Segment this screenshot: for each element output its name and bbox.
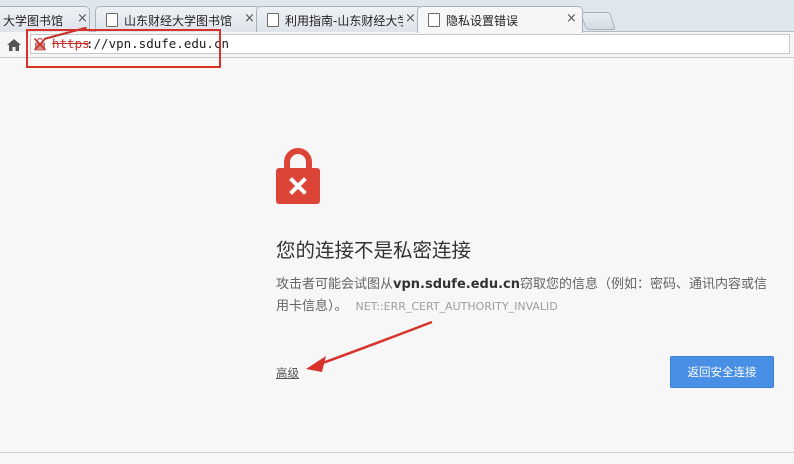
tab-close-icon[interactable]: × (77, 11, 88, 27)
tab-guide[interactable]: 利用指南-山东财经大学 × (256, 6, 422, 33)
tab-title: 利用指南-山东财经大学 (285, 14, 403, 28)
divider (0, 452, 794, 453)
tab-title: 隐私设置错误 (446, 14, 519, 28)
home-icon[interactable] (6, 37, 22, 53)
tab-privacy-error[interactable]: 隐私设置错误 × (417, 6, 583, 33)
broken-lock-icon (276, 148, 320, 204)
tab-close-icon[interactable]: × (244, 11, 255, 27)
new-tab-button[interactable] (580, 12, 616, 30)
annotation-box (26, 29, 221, 68)
warning-description: 攻击者可能会试图从vpn.sdufe.edu.cn窃取您的信息（例如：密码、通讯… (276, 274, 776, 318)
error-code: NET::ERR_CERT_AUTHORITY_INVALID (355, 300, 558, 313)
desc-text: 攻击者可能会试图从 (276, 277, 394, 292)
annotation-arrow (306, 320, 433, 372)
advanced-link[interactable]: 高级 (276, 365, 299, 381)
tab-title: 山东财经大学图书馆 (124, 14, 233, 28)
back-to-safety-button[interactable]: 返回安全连接 (670, 356, 774, 388)
page-icon (428, 13, 440, 27)
tab-close-icon[interactable]: × (405, 11, 416, 27)
page-icon (106, 13, 118, 27)
page-title: 您的连接不是私密连接 (276, 239, 472, 262)
tab-title: 大学图书馆 (3, 14, 64, 28)
tab-strip: 大学图书馆 × 山东财经大学图书馆 × 利用指南-山东财经大学 × 隐私设置错误… (0, 0, 794, 33)
page-icon (267, 13, 279, 27)
tab-close-icon[interactable]: × (566, 11, 577, 27)
desc-host: vpn.sdufe.edu.cn (393, 277, 520, 292)
